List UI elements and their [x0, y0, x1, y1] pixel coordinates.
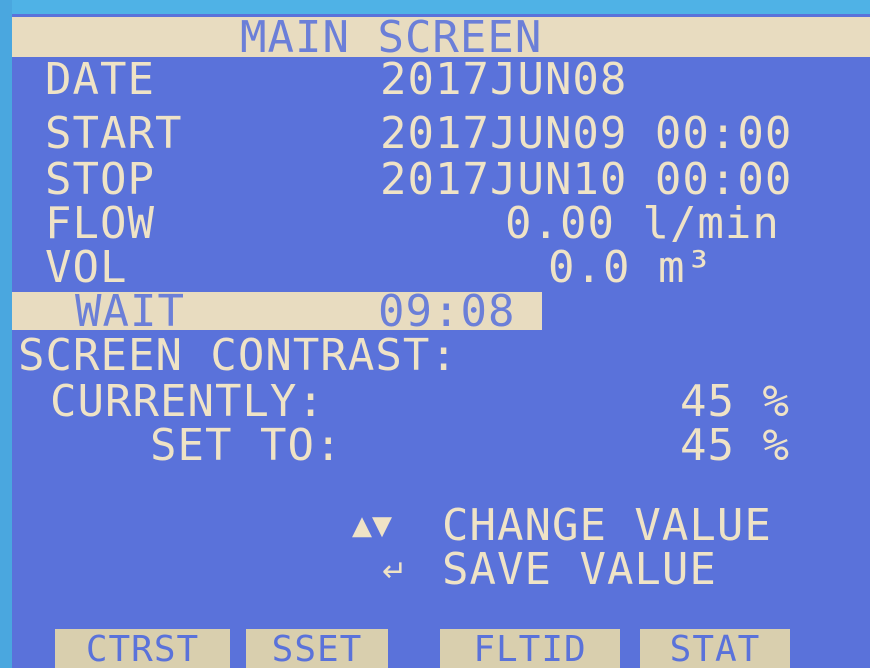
- status-time: 09:08: [378, 286, 516, 337]
- vol-label: VOL: [45, 242, 128, 293]
- status-label: WAIT: [75, 286, 185, 337]
- enter-arrow-icon: ↵: [382, 554, 408, 589]
- softkey-fltid[interactable]: FLTID: [440, 629, 620, 668]
- change-value-hint: CHANGE VALUE: [442, 500, 772, 551]
- contrast-setto-value: 45 %: [680, 420, 790, 471]
- date-label: DATE: [45, 54, 155, 105]
- stop-value: 2017JUN10 00:00: [380, 154, 793, 205]
- softkey-stat[interactable]: STAT: [640, 629, 790, 668]
- start-value: 2017JUN09 00:00: [380, 108, 793, 159]
- start-label: START: [45, 108, 183, 159]
- contrast-setto-label: SET TO:: [150, 420, 343, 471]
- contrast-currently-label: CURRENTLY:: [50, 376, 325, 427]
- bezel-left: [0, 0, 12, 668]
- lcd-screen: MAIN SCREEN DATE 2017JUN08 START 2017JUN…: [0, 0, 870, 668]
- save-value-hint: SAVE VALUE: [442, 544, 717, 595]
- stop-label: STOP: [45, 154, 155, 205]
- vol-value: 0.0 m³: [548, 242, 713, 293]
- date-value: 2017JUN08: [380, 54, 628, 105]
- flow-value: 0.00 l/min: [505, 198, 780, 249]
- contrast-currently-value: 45 %: [680, 376, 790, 427]
- softkey-ctrst[interactable]: CTRST: [55, 629, 230, 668]
- contrast-heading: SCREEN CONTRAST:: [18, 330, 458, 381]
- softkey-sset[interactable]: SSET: [246, 629, 388, 668]
- up-down-arrows-icon: ▲▼: [352, 511, 392, 541]
- flow-label: FLOW: [45, 198, 155, 249]
